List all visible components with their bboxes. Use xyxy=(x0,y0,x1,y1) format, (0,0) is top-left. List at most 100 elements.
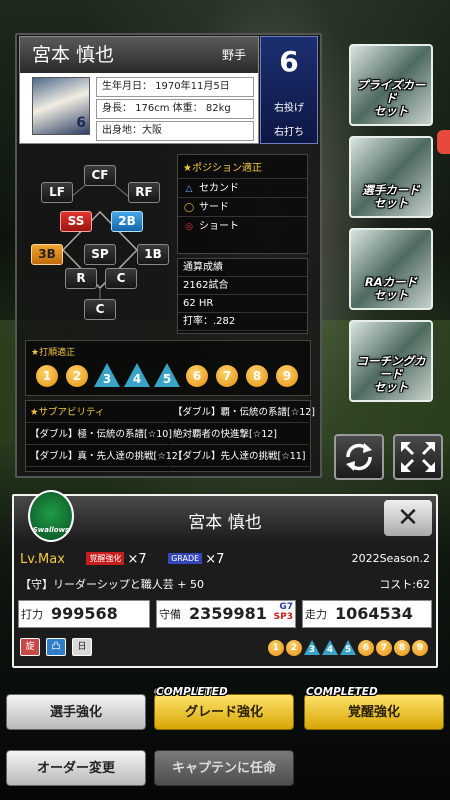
mini-order-1: 1 xyxy=(268,640,284,656)
sub-ability-cell: 【ダブル】極・伝統の系譜[☆10] xyxy=(26,425,172,445)
sub-ability-cell: 【ダブル】覇・伝統の系譜[☆12] xyxy=(169,403,315,423)
position-cf: CF xyxy=(84,165,116,186)
level-row: Lv.Max 覚醒強化 ×7 GRADE ×7 2022Season.2 xyxy=(20,552,434,570)
position-lf: LF xyxy=(41,182,73,203)
awaken-tag: 覚醒強化 xyxy=(86,552,125,565)
aptitude-row: ◎ ショート xyxy=(178,216,307,235)
order-change-button[interactable]: オーダー変更 xyxy=(6,750,146,786)
mini-icon: 旋 xyxy=(20,638,40,656)
position-sp: SP xyxy=(84,244,116,265)
awaken-multiplier: ×7 xyxy=(127,552,147,567)
double-circle-icon: ◎ xyxy=(185,222,193,232)
prize-card-set-button[interactable]: プライズカード セット xyxy=(349,44,433,126)
record-hr: 62 HR xyxy=(178,295,307,313)
birthdate: 生年月日： 1970年11月5日 xyxy=(96,77,254,97)
record-avg: 打率：.282 xyxy=(178,313,307,331)
player-photo: 6 xyxy=(32,77,90,135)
speed-label: 走力 xyxy=(305,608,327,621)
mini-order-9: 9 xyxy=(412,640,428,656)
team-logo: Swallows xyxy=(28,490,74,542)
batting-order-row: 123456789 xyxy=(36,363,308,391)
side-menu-tab[interactable] xyxy=(437,130,450,154)
power-value: 999568 xyxy=(51,604,118,623)
level-label: Lv.Max xyxy=(20,552,65,567)
status-player-name: 宮本 慎也 xyxy=(188,513,262,533)
birthplace: 出身地：大阪 xyxy=(96,121,254,141)
position-ss: SS xyxy=(60,211,92,232)
aptitude-row: ◯ サード xyxy=(178,197,307,216)
record-games: 2162試合 xyxy=(178,277,307,295)
defense-label: 守備 xyxy=(159,608,181,621)
position-rf: RF xyxy=(128,182,160,203)
sub-ability-title: ★サブアビリティ xyxy=(26,403,168,423)
grade-multiplier: ×7 xyxy=(205,552,225,567)
skill-text: 【守】リーダーシップと職人芸 + 50 xyxy=(20,578,204,591)
player-name: 宮本 慎也 xyxy=(32,44,115,66)
cost-label: コスト:62 xyxy=(379,578,430,591)
batting-order-3: 3 xyxy=(94,363,120,387)
uniform-number: 6 xyxy=(279,45,299,78)
ra-card-set-button[interactable]: RAカード セット xyxy=(349,228,433,310)
season-label: 2022Season.2 xyxy=(351,552,430,565)
name-plate: 宮本 慎也 野手 6 生年月日： 1970年11月5日 身長： 176cm 体重… xyxy=(19,36,259,144)
aptitude-title: ★ポジション適正 xyxy=(183,163,262,174)
player-status-panel: 宮本 慎也 ✕ Swallows Lv.Max 覚醒強化 ×7 GRADE ×7 2… xyxy=(12,490,438,668)
batting-order-8: 8 xyxy=(246,365,268,387)
sub-ability-cell: 【ダブル】先人達の挑戦[☆11] xyxy=(169,447,309,467)
batting-order-7: 7 xyxy=(216,365,238,387)
sub-ability-cell: 絶対覇者の快進撃[☆12] xyxy=(169,425,309,445)
player-name-bar: 宮本 慎也 野手 xyxy=(20,37,258,73)
uniform-number-box: 6 右投げ 右打ち xyxy=(260,36,318,144)
player-enhance-button[interactable]: 選手強化 xyxy=(6,694,146,730)
position-label: 野手 xyxy=(221,48,246,62)
batting-order-title: ★打順適正 xyxy=(31,348,76,358)
mini-order-7: 7 xyxy=(376,640,392,656)
coaching-card-set-button[interactable]: コーチングカード セット xyxy=(349,320,433,402)
refresh-button[interactable] xyxy=(334,434,384,480)
position-3b: 3B xyxy=(31,244,63,265)
power-label: 打力 xyxy=(21,608,43,621)
mini-icon: 凸 xyxy=(46,638,66,656)
batting-order-1: 1 xyxy=(36,365,58,387)
throws: 右投げ xyxy=(274,103,304,114)
batting-order-5: 5 xyxy=(154,363,180,387)
refresh-icon xyxy=(346,443,372,471)
position-1b: 1B xyxy=(137,244,169,265)
position-c-catcher: C xyxy=(84,299,116,320)
mini-order-2: 2 xyxy=(286,640,302,656)
mini-batting-order: 123456789 xyxy=(268,640,434,658)
skill-row: 【守】リーダーシップと職人芸 + 50 コスト:62 xyxy=(20,576,434,594)
bats: 右打ち xyxy=(274,127,304,138)
completed-label-grade: COMPLETED xyxy=(156,686,228,698)
grade-badge: G7 SP3 xyxy=(273,602,293,622)
position-diagram: CF LF RF SS 2B 3B SP 1B R C C xyxy=(25,154,175,334)
awaken-enhance-button[interactable]: 覚醒強化 xyxy=(304,694,444,730)
speed-value: 1064534 xyxy=(335,604,413,623)
batting-order-panel: ★打順適正 123456789 xyxy=(25,340,311,396)
player-card-set-button[interactable]: 選手カード セット xyxy=(349,136,433,218)
aptitude-row: △ セカンド xyxy=(178,178,307,197)
defense-stat: 守備 2359981 G7 SP3 xyxy=(156,600,296,628)
batting-order-4: 4 xyxy=(124,363,150,387)
completed-label-awaken: COMPLETED xyxy=(306,686,378,698)
height-weight: 身長： 176cm 体重： 82kg xyxy=(96,99,254,119)
position-aptitude-panel: ★ポジション適正 △ セカンド ◯ サード ◎ ショート xyxy=(177,154,308,254)
sub-ability-panel: ★サブアビリティ 【ダブル】覇・伝統の系譜[☆12] 【ダブル】極・伝統の系譜[… xyxy=(25,400,315,472)
batting-order-2: 2 xyxy=(66,365,88,387)
mini-order-3: 3 xyxy=(304,640,320,656)
grade-tag: GRADE xyxy=(168,553,203,564)
position-2b: 2B xyxy=(111,211,143,232)
batting-order-6: 6 xyxy=(186,365,208,387)
captain-button[interactable]: キャプテンに任命 xyxy=(154,750,294,786)
close-button[interactable]: ✕ xyxy=(384,500,432,536)
circle-icon: ◯ xyxy=(183,203,195,213)
mini-order-4: 4 xyxy=(322,640,338,656)
position-r: R xyxy=(65,268,97,289)
grade-enhance-button[interactable]: グレード強化 xyxy=(154,694,294,730)
expand-icon xyxy=(401,442,435,472)
fullscreen-button[interactable] xyxy=(393,434,443,480)
close-icon: ✕ xyxy=(397,503,419,533)
status-header: 宮本 慎也 ✕ xyxy=(14,496,436,540)
batting-order-9: 9 xyxy=(276,365,298,387)
triangle-icon: △ xyxy=(185,184,193,194)
